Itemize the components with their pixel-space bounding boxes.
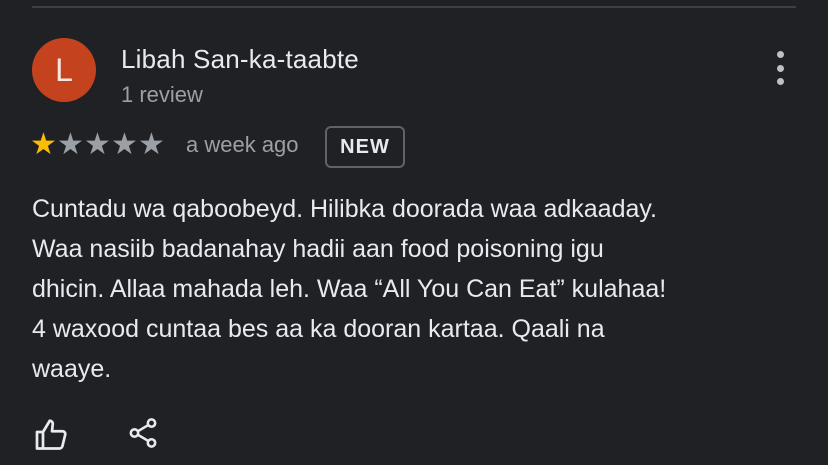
reviewer-name[interactable]: Libah San-ka-taabte [121,44,359,75]
share-icon[interactable] [126,415,160,451]
star-empty-icon: ★ [111,128,138,161]
review-text-line: Cuntadu wa qaboobeyd. Hilibka doorada wa… [32,195,657,223]
more-dot [776,51,784,58]
star-filled-icon: ★ [30,128,57,161]
more-dot [776,78,784,85]
review-text-line: 4 waxood cuntaa bes aa ka dooran kartaa.… [32,315,605,343]
review-date: a week ago [186,132,299,157]
star-empty-icon: ★ [138,128,165,161]
avatar-initial: L [55,51,73,88]
avatar[interactable]: L [32,38,96,102]
star-empty-icon: ★ [84,128,111,161]
top-divider [32,6,796,8]
star-rating: ★ ★ ★ ★ ★ [30,128,165,162]
review-text-line: dhicin. Allaa mahada leh. Waa “All You C… [32,275,667,303]
new-badge: NEW [325,126,405,168]
review-count: 1 review [121,82,203,107]
review-text: Cuntadu wa qaboobeyd. Hilibka doorada wa… [32,189,792,389]
more-dot [776,64,784,72]
more-vert-icon[interactable] [770,48,790,88]
review-text-line: Waa nasiib badanahay hadii aan food pois… [32,235,604,263]
review-text-line: waaye. [32,355,112,383]
thumbs-up-icon[interactable] [34,417,70,453]
star-empty-icon: ★ [57,128,84,161]
